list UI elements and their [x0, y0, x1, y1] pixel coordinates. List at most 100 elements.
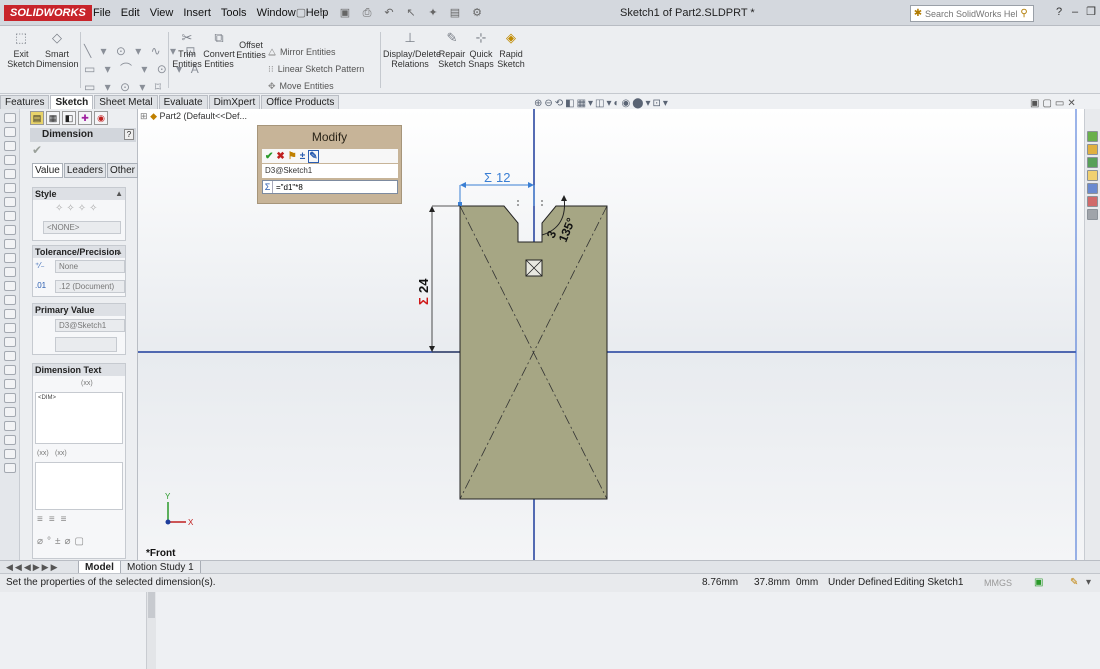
- precision-select[interactable]: .12 (Document): [55, 280, 125, 293]
- property-manager-icon[interactable]: ▦: [46, 111, 60, 125]
- strip-tool-icon[interactable]: [3, 435, 16, 445]
- select-arrow-icon[interactable]: ↖: [402, 5, 420, 21]
- modify-reset-icon[interactable]: ±: [300, 151, 306, 162]
- forum-icon[interactable]: [1087, 209, 1098, 220]
- offset-entities-button[interactable]: Offset Entities: [236, 40, 266, 60]
- strip-tool-icon[interactable]: [3, 113, 16, 123]
- quick-tips-icon[interactable]: ✎: [1070, 574, 1078, 592]
- dimxpert-manager-icon[interactable]: ✚: [78, 111, 92, 125]
- dimension-text-area-lower[interactable]: [35, 462, 123, 510]
- dim-text-button[interactable]: (xx): [55, 450, 67, 457]
- custom-properties-icon[interactable]: [1087, 196, 1098, 207]
- style-header[interactable]: Style ▲: [33, 188, 125, 200]
- help-question-icon[interactable]: ?: [1052, 4, 1066, 20]
- tab-features[interactable]: Features: [0, 95, 50, 109]
- tab-office-products[interactable]: Office Products: [261, 95, 340, 109]
- strip-tool-icon[interactable]: [3, 323, 16, 333]
- strip-tool-icon[interactable]: [3, 267, 16, 277]
- strip-tool-icon[interactable]: [3, 169, 16, 179]
- strip-tool-icon[interactable]: [3, 309, 16, 319]
- undo-icon[interactable]: ↶: [380, 5, 398, 21]
- strip-tool-icon[interactable]: [3, 183, 16, 193]
- exit-sketch-button[interactable]: ⬚ Exit Sketch: [6, 28, 36, 69]
- solidworks-resources-icon[interactable]: [1087, 131, 1098, 142]
- repair-sketch-button[interactable]: ✎ Repair Sketch: [438, 28, 466, 69]
- collapse-caret-icon[interactable]: ▲: [115, 246, 123, 258]
- menu-insert[interactable]: Insert: [178, 0, 216, 26]
- primary-value-header[interactable]: Primary Value: [33, 304, 125, 316]
- dimension-text-header[interactable]: Dimension Text: [33, 364, 125, 376]
- strip-tool-icon[interactable]: [3, 351, 16, 361]
- sketch-slot-tools[interactable]: ▭ ▾ ⊙ ▾ ⌑: [84, 79, 164, 96]
- pm-tab-other[interactable]: Other: [106, 163, 138, 178]
- strip-tool-icon[interactable]: [3, 211, 16, 221]
- save-icon[interactable]: ▣: [336, 5, 354, 21]
- pm-tab-value[interactable]: Value: [32, 163, 63, 178]
- rapid-sketch-button[interactable]: ◈ Rapid Sketch: [497, 28, 525, 69]
- linear-pattern-button[interactable]: ⁝⁝ Linear Sketch Pattern: [268, 63, 364, 75]
- file-explorer-icon[interactable]: [1087, 157, 1098, 168]
- viewport-controls[interactable]: ▣▢▭✕: [1030, 98, 1079, 109]
- modify-ok-icon[interactable]: ✔: [265, 151, 273, 162]
- strip-tool-icon[interactable]: [3, 379, 16, 389]
- feature-manager-icon[interactable]: ▤: [30, 111, 44, 125]
- tab-sheet-metal[interactable]: Sheet Metal: [94, 95, 158, 109]
- restore-button[interactable]: ❐: [1084, 4, 1098, 20]
- strip-tool-icon[interactable]: [3, 365, 16, 375]
- tab-evaluate[interactable]: Evaluate: [158, 95, 208, 109]
- heads-up-view-toolbar[interactable]: ⊕⊖⟲◧▦▾◫▾◐◉⬤▾⊡▾: [534, 98, 670, 109]
- pm-tab-leaders[interactable]: Leaders: [63, 163, 106, 178]
- pm-help-button[interactable]: ?: [124, 129, 134, 140]
- modify-equation-input[interactable]: [273, 182, 393, 192]
- menu-view[interactable]: View: [145, 0, 179, 26]
- menu-file[interactable]: File: [88, 0, 116, 26]
- appearances-icon[interactable]: [1087, 183, 1098, 194]
- strip-tool-icon[interactable]: [3, 281, 16, 291]
- strip-tool-icon[interactable]: [3, 449, 16, 459]
- status-units[interactable]: MMGS: [984, 574, 1012, 592]
- new-document-icon[interactable]: ▢: [292, 5, 310, 21]
- status-dropdown-icon[interactable]: ▾: [1086, 574, 1091, 592]
- options-gear-icon[interactable]: ⚙: [468, 5, 486, 21]
- strip-tool-icon[interactable]: [3, 197, 16, 207]
- tab-sketch[interactable]: Sketch: [50, 95, 94, 109]
- style-select[interactable]: <NONE>: [43, 221, 121, 234]
- strip-tool-icon[interactable]: [3, 253, 16, 263]
- strip-tool-icon[interactable]: [3, 155, 16, 165]
- collapse-caret-icon[interactable]: ▲: [115, 188, 123, 200]
- justify-buttons-icon[interactable]: ≡≡≡: [37, 514, 73, 525]
- rebuild-icon[interactable]: ✦: [424, 5, 442, 21]
- dimension-text-area[interactable]: <DIM>: [35, 392, 123, 444]
- trim-entities-button[interactable]: ✂ Trim Entities: [172, 28, 202, 69]
- convert-entities-button[interactable]: ⧉ Convert Entities: [203, 28, 235, 69]
- menu-edit[interactable]: Edit: [116, 0, 145, 26]
- rebuild-status-icon[interactable]: ▣: [1034, 574, 1043, 592]
- print-icon[interactable]: ⎙: [358, 5, 376, 21]
- search-icon[interactable]: ⚲: [1017, 8, 1031, 19]
- style-buttons-icon[interactable]: ✧✧✧✧: [55, 203, 101, 214]
- primary-value-name[interactable]: D3@Sketch1: [55, 319, 125, 332]
- strip-tool-icon[interactable]: [3, 463, 16, 473]
- tolerance-header[interactable]: Tolerance/Precision ▲: [33, 246, 125, 258]
- display-manager-icon[interactable]: ◉: [94, 111, 108, 125]
- configuration-manager-icon[interactable]: ◧: [62, 111, 76, 125]
- solidworks-logo[interactable]: SOLIDWORKS: [4, 5, 92, 21]
- primary-value-spin[interactable]: [55, 337, 117, 352]
- modify-cancel-icon[interactable]: ✖: [276, 151, 284, 162]
- search-help-input[interactable]: [925, 8, 1017, 19]
- ok-check-icon[interactable]: ✔: [32, 143, 42, 157]
- file-properties-icon[interactable]: ▤: [446, 5, 464, 21]
- tolerance-type-select[interactable]: None: [55, 260, 125, 273]
- strip-tool-icon[interactable]: [3, 407, 16, 417]
- smart-dimension-button[interactable]: ◇ Smart Dimension: [36, 28, 79, 69]
- quick-snaps-button[interactable]: ⊹ Quick Snaps: [467, 28, 495, 69]
- minimize-button[interactable]: –: [1068, 4, 1082, 20]
- menu-tools[interactable]: Tools: [216, 0, 252, 26]
- symbol-buttons-icon[interactable]: ⌀°±⌀▢: [37, 536, 88, 547]
- modify-rebuild-icon[interactable]: ⚑: [288, 151, 297, 162]
- strip-tool-icon[interactable]: [3, 239, 16, 249]
- strip-tool-icon[interactable]: [3, 295, 16, 305]
- design-library-icon[interactable]: [1087, 144, 1098, 155]
- view-palette-icon[interactable]: [1087, 170, 1098, 181]
- strip-tool-icon[interactable]: [3, 127, 16, 137]
